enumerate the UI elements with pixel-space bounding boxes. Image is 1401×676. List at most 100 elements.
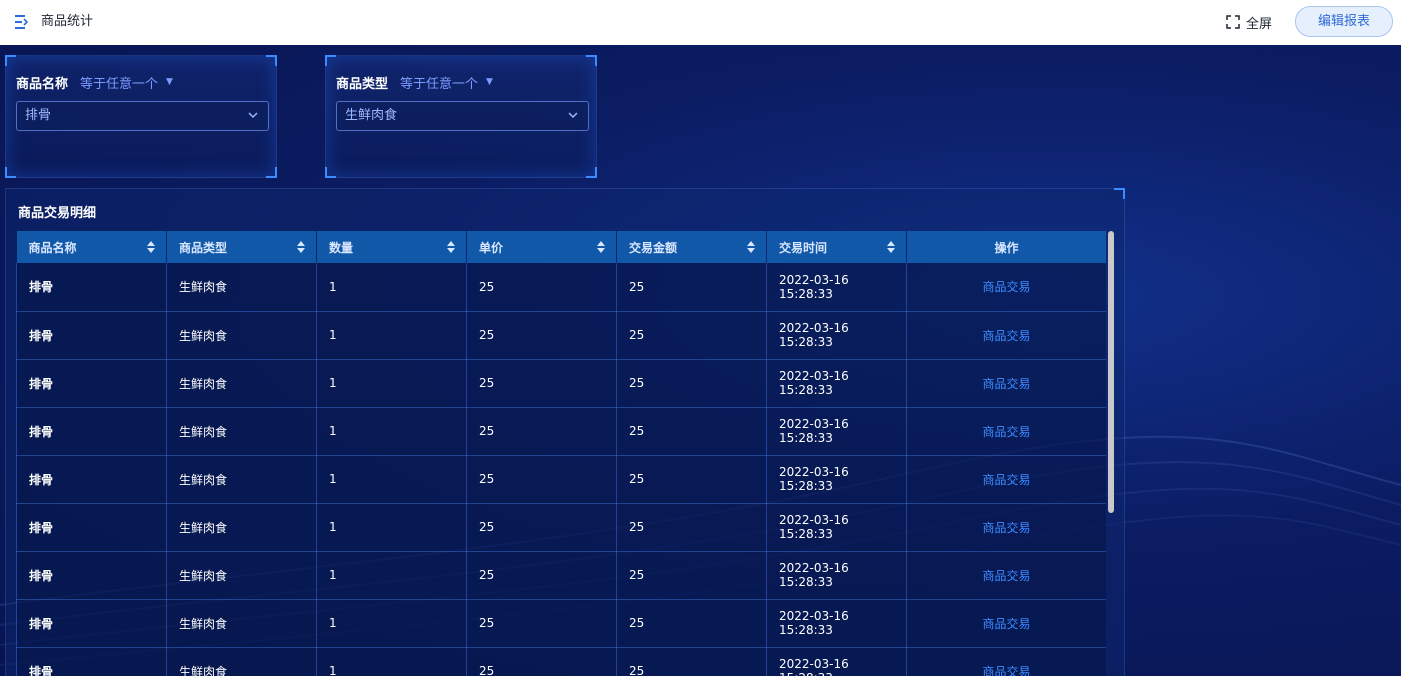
corner-decoration xyxy=(266,167,277,178)
sort-icon[interactable] xyxy=(296,240,306,254)
table-row: 排骨生鲜肉食125252022-03-16 15:28:33商品交易 xyxy=(16,503,1106,552)
table-cell: 生鲜肉食 xyxy=(166,263,317,312)
column-header-label: 交易时间 xyxy=(779,240,828,255)
corner-decoration xyxy=(5,55,16,66)
table-cell: 1 xyxy=(316,359,467,408)
edit-report-button[interactable]: 编辑报表 xyxy=(1295,6,1393,37)
column-header-label: 商品类型 xyxy=(179,240,228,255)
corner-decoration xyxy=(5,167,16,178)
corner-decoration xyxy=(325,167,336,178)
table-cell: 生鲜肉食 xyxy=(166,311,317,360)
trade-link[interactable]: 商品交易 xyxy=(906,599,1106,648)
corner-decoration xyxy=(586,167,597,178)
table-scrollbar[interactable] xyxy=(1108,231,1114,513)
filter-operator-dropdown[interactable]: 等于任意一个 xyxy=(400,73,478,92)
table-cell: 25 xyxy=(466,407,617,456)
filter-card-product-type: 商品类型 等于任意一个 ▼ 生鲜肉食 xyxy=(325,55,597,178)
table-cell: 排骨 xyxy=(16,263,167,312)
column-header[interactable]: 商品名称 xyxy=(16,231,167,263)
table-row: 排骨生鲜肉食125252022-03-16 15:28:33商品交易 xyxy=(16,311,1106,360)
corner-decoration xyxy=(1114,188,1125,199)
corner-decoration xyxy=(266,55,277,66)
filter-operator-dropdown[interactable]: 等于任意一个 xyxy=(80,73,158,92)
trade-link[interactable]: 商品交易 xyxy=(906,455,1106,504)
column-header-label: 数量 xyxy=(329,240,354,255)
sort-icon[interactable] xyxy=(746,240,756,254)
filter-label: 商品名称 xyxy=(16,76,69,92)
sort-icon[interactable] xyxy=(446,240,456,254)
trade-link[interactable]: 商品交易 xyxy=(906,311,1106,360)
column-header[interactable]: 交易时间 xyxy=(766,231,907,263)
sort-icon[interactable] xyxy=(146,240,156,254)
filter-value-select[interactable]: 生鲜肉食 xyxy=(336,101,589,131)
table-cell: 25 xyxy=(466,503,617,552)
table-cell: 生鲜肉食 xyxy=(166,359,317,408)
fullscreen-label: 全屏 xyxy=(1246,16,1273,32)
fullscreen-icon xyxy=(1226,15,1240,29)
table-cell: 25 xyxy=(466,551,617,600)
trade-link[interactable]: 商品交易 xyxy=(906,647,1106,676)
column-header[interactable]: 商品类型 xyxy=(166,231,317,263)
caret-down-icon[interactable]: ▼ xyxy=(486,77,493,87)
menu-fold-icon[interactable] xyxy=(14,13,30,31)
select-value: 排骨 xyxy=(25,108,52,123)
filter-label: 商品类型 xyxy=(336,76,389,92)
table-cell: 1 xyxy=(316,407,467,456)
trade-link[interactable]: 商品交易 xyxy=(906,503,1106,552)
fullscreen-button[interactable]: 全屏 xyxy=(1226,12,1272,32)
caret-down-icon[interactable]: ▼ xyxy=(166,77,173,87)
table-cell: 生鲜肉食 xyxy=(166,551,317,600)
table-row: 排骨生鲜肉食125252022-03-16 15:28:33商品交易 xyxy=(16,551,1106,600)
table-cell: 排骨 xyxy=(16,503,167,552)
table-cell: 1 xyxy=(316,599,467,648)
column-header-label: 商品名称 xyxy=(28,240,77,255)
table-row: 排骨生鲜肉食125252022-03-16 15:28:33商品交易 xyxy=(16,263,1106,312)
sort-icon[interactable] xyxy=(596,240,606,254)
select-value: 生鲜肉食 xyxy=(345,108,398,123)
table-cell: 25 xyxy=(466,647,617,676)
transaction-detail-card: 商品交易明细 商品名称 商品类型 数量 单价 交易金额 交易时间 操作 排骨 生… xyxy=(5,188,1125,676)
sort-icon[interactable] xyxy=(886,240,896,254)
table-cell: 1 xyxy=(316,503,467,552)
table-row: 排骨生鲜肉食125252022-03-16 15:28:33商品交易 xyxy=(16,407,1106,456)
table-row: 排骨生鲜肉食125252022-03-16 15:28:33商品交易 xyxy=(16,455,1106,504)
table-row: 排骨生鲜肉食125252022-03-16 15:28:33商品交易 xyxy=(16,647,1106,676)
table-scroll-area[interactable]: 商品名称 商品类型 数量 单价 交易金额 交易时间 操作 排骨 生鲜肉食 1 25 25… xyxy=(16,231,1106,676)
column-header: 操作 xyxy=(906,231,1106,263)
filter-value-select[interactable]: 排骨 xyxy=(16,101,269,131)
table-cell: 25 xyxy=(466,311,617,360)
table-cell: 生鲜肉食 xyxy=(166,407,317,456)
table-cell: 1 xyxy=(316,311,467,360)
table-cell: 25 xyxy=(616,263,767,312)
table-cell: 25 xyxy=(616,311,767,360)
column-header-label: 单价 xyxy=(479,240,504,255)
trade-link[interactable]: 商品交易 xyxy=(906,263,1106,312)
table-cell: 2022-03-16 15:28:33 xyxy=(766,455,907,504)
trade-link[interactable]: 商品交易 xyxy=(906,551,1106,600)
page-title: 商品统计 xyxy=(41,14,94,29)
table-cell: 2022-03-16 15:28:33 xyxy=(766,503,907,552)
table-cell: 1 xyxy=(316,647,467,676)
table-cell: 2022-03-16 15:28:33 xyxy=(766,599,907,648)
table-header-row: 商品名称 商品类型 数量 单价 交易金额 交易时间 操作 xyxy=(16,231,1106,263)
column-header[interactable]: 交易金额 xyxy=(616,231,767,263)
table-cell: 2022-03-16 15:28:33 xyxy=(766,551,907,600)
table-cell: 2022-03-16 15:28:33 xyxy=(766,263,907,312)
trade-link[interactable]: 商品交易 xyxy=(906,359,1106,408)
table-cell: 排骨 xyxy=(16,599,167,648)
column-header[interactable]: 数量 xyxy=(316,231,467,263)
table-cell: 25 xyxy=(616,551,767,600)
table-cell: 2022-03-16 15:28:33 xyxy=(766,311,907,360)
table-cell: 排骨 xyxy=(16,551,167,600)
table-cell: 25 xyxy=(616,647,767,676)
trade-link[interactable]: 商品交易 xyxy=(906,407,1106,456)
table-cell: 25 xyxy=(466,359,617,408)
column-header[interactable]: 单价 xyxy=(466,231,617,263)
table-row: 排骨生鲜肉食125252022-03-16 15:28:33商品交易 xyxy=(16,599,1106,648)
table-cell: 25 xyxy=(616,455,767,504)
table-cell: 排骨 xyxy=(16,455,167,504)
top-bar: 商品统计 全屏 编辑报表 xyxy=(0,0,1401,45)
chevron-down-icon xyxy=(568,112,578,119)
table-cell: 2022-03-16 15:28:33 xyxy=(766,359,907,408)
table-cell: 生鲜肉食 xyxy=(166,503,317,552)
